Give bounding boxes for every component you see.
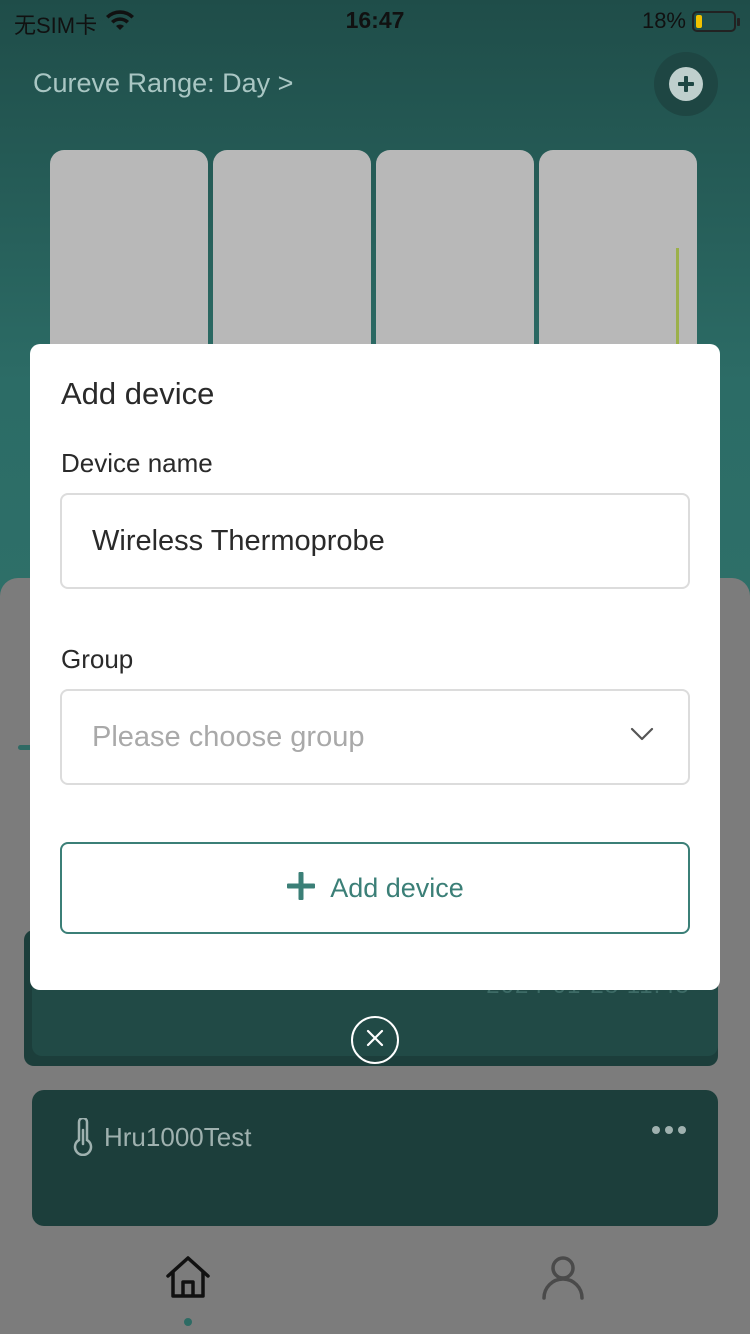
user-icon[interactable] (540, 1254, 586, 1305)
chart-card[interactable] (376, 150, 534, 370)
battery-percent: 18% (641, 8, 686, 33)
status-time: 16:47 (345, 7, 405, 33)
close-icon (365, 1028, 385, 1053)
add-device-button[interactable] (654, 52, 718, 116)
battery-icon (692, 10, 740, 32)
device-name-field[interactable]: Wireless Thermoprobe (60, 493, 690, 589)
plus-circle-icon (669, 67, 703, 101)
device-name-label: Device name (61, 448, 213, 478)
tab-bar (0, 1240, 750, 1334)
close-modal-button[interactable] (351, 1016, 399, 1064)
group-placeholder: Please choose group (92, 721, 365, 753)
battery-fill (696, 14, 702, 28)
device-name: Hru1000Test (104, 1122, 252, 1152)
add-device-modal: Add device Device name Wireless Thermopr… (30, 344, 720, 990)
add-device-button-label: Add device (330, 872, 464, 903)
group-select[interactable]: Please choose group (60, 689, 690, 785)
more-dot (652, 1126, 660, 1134)
add-device-submit-button[interactable]: Add device (60, 842, 690, 934)
active-tab-indicator (184, 1318, 192, 1326)
status-bar: 无SIM卡 16:47 18% (0, 0, 750, 40)
group-label: Group (61, 644, 134, 674)
chart-card[interactable] (213, 150, 371, 370)
curve-range-selector[interactable]: Cureve Range: Day > (33, 68, 293, 99)
home-icon[interactable] (164, 1254, 212, 1305)
more-horizontal-icon[interactable] (652, 1126, 686, 1134)
chart-cards (50, 150, 697, 370)
device-card[interactable]: Hru1000Test (32, 1090, 718, 1226)
chart-card[interactable] (50, 150, 208, 370)
chevron-down-icon (630, 727, 654, 746)
thermometer-icon (70, 1116, 96, 1161)
status-right: 18% (641, 8, 740, 34)
device-name-value: Wireless Thermoprobe (92, 525, 385, 557)
more-dot (665, 1126, 673, 1134)
plus-icon (286, 871, 316, 906)
chart-card[interactable] (539, 150, 697, 370)
modal-title: Add device (61, 376, 215, 411)
more-dot (678, 1126, 686, 1134)
